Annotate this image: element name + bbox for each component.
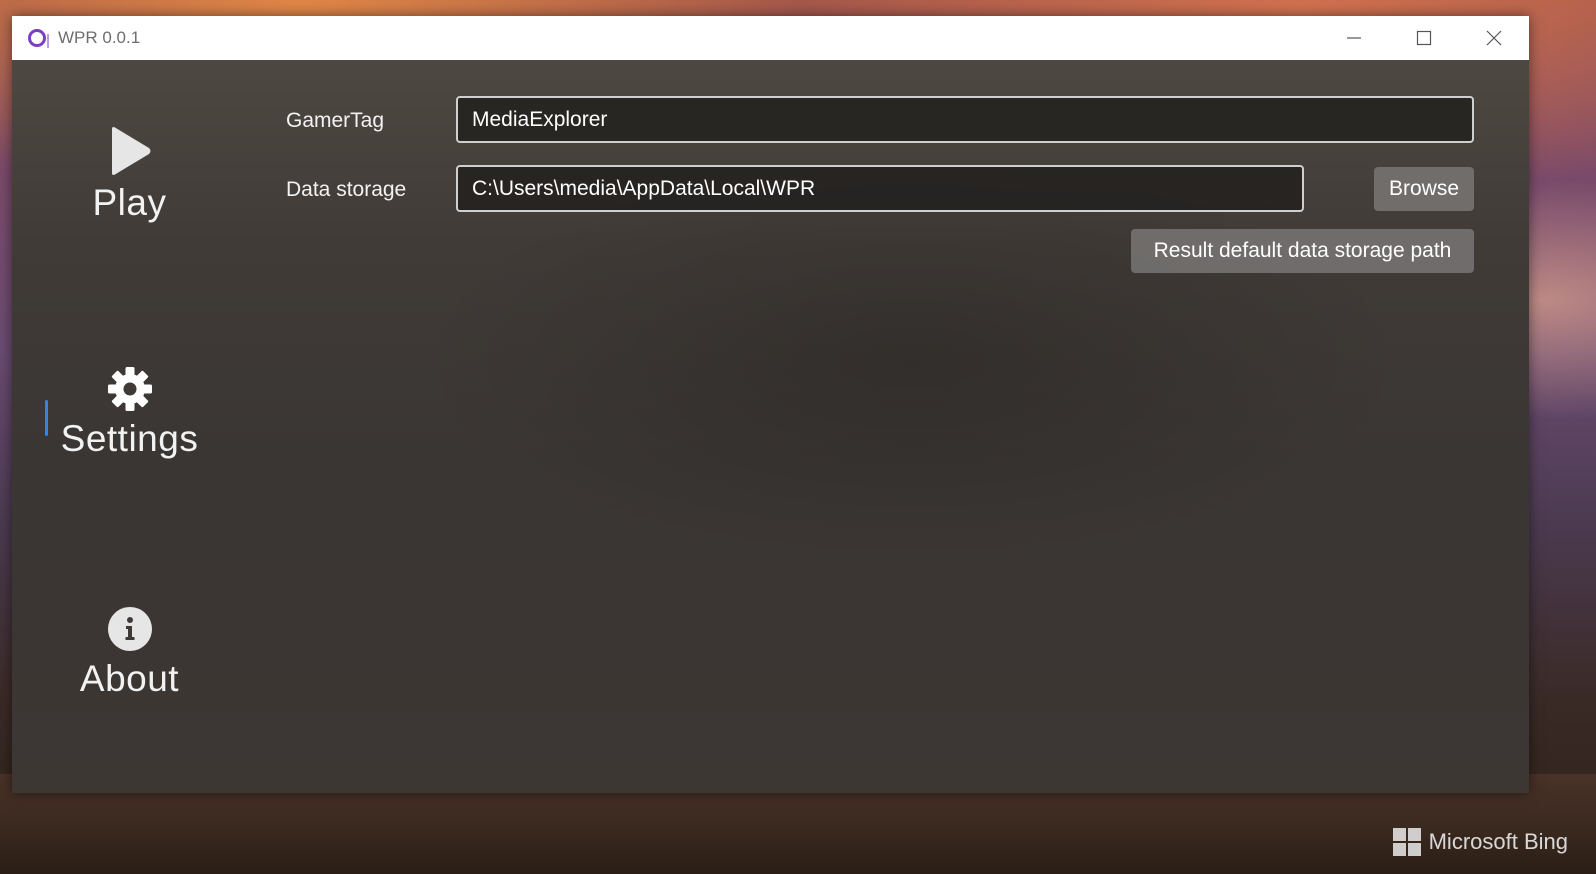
window-controls [1319,16,1529,60]
bing-watermark: Microsoft Bing [1392,828,1568,856]
minimize-icon [1347,37,1361,39]
play-icon [111,127,150,175]
reset-data-storage-button[interactable]: Result default data storage path [1131,229,1474,273]
window-title: WPR 0.0.1 [58,28,141,47]
nav-item-about-label: About [79,658,180,699]
close-button[interactable] [1459,16,1529,60]
maximize-button[interactable] [1389,16,1459,60]
nav-item-about[interactable]: About [12,606,247,700]
windows-logo-icon [1392,828,1421,856]
app-logo-icon [28,29,49,48]
nav-item-settings-label: Settings [60,418,199,459]
nav-item-settings[interactable]: Settings [12,366,247,460]
browse-button[interactable]: Browse [1374,167,1474,211]
gamertag-input[interactable] [456,96,1474,143]
minimize-button[interactable] [1319,16,1389,60]
info-icon [107,607,152,651]
title-bar[interactable]: WPR 0.0.1 [12,16,1529,60]
gamertag-label: GamerTag [286,109,385,132]
nav-item-play[interactable]: Play [12,126,247,224]
app-window: WPR 0.0.1 Play Settings About GamerTag M… [12,16,1529,793]
bing-watermark-text: Microsoft Bing [1428,829,1568,854]
content-area: Play Settings About GamerTag MediaExplor… [12,60,1529,793]
maximize-icon [1416,30,1432,46]
close-icon [1486,30,1502,46]
gear-icon [107,367,152,411]
data-storage-label: Data storage [286,178,407,201]
data-storage-input[interactable] [456,165,1304,212]
nav-item-play-label: Play [92,182,167,223]
